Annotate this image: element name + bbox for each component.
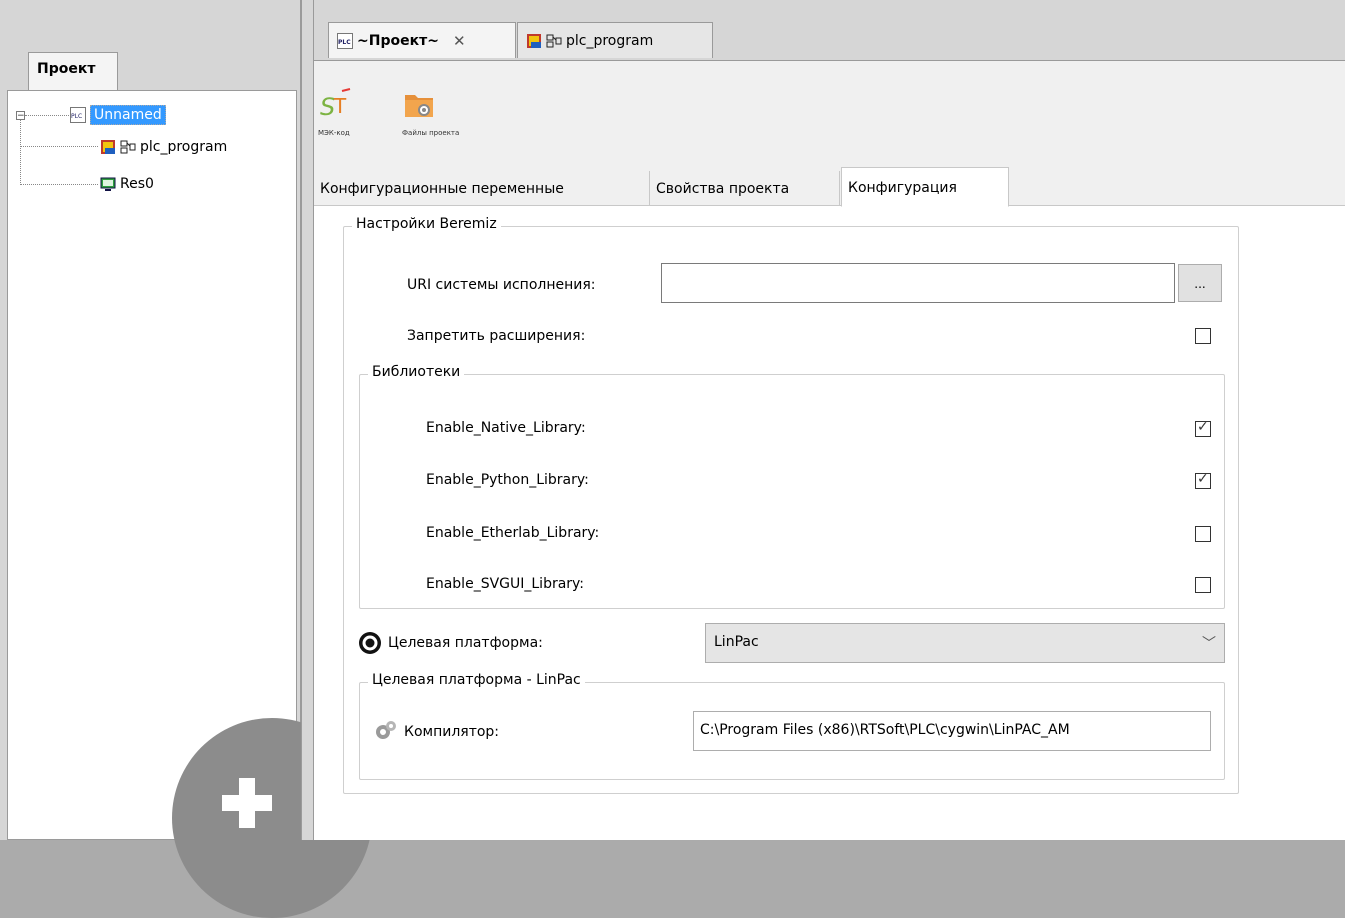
tab-label: ~Проект~ (357, 32, 439, 49)
tree-item-res0[interactable]: Res0 (100, 173, 154, 195)
plc-icon: PLC (337, 32, 353, 49)
program-icon (527, 33, 541, 48)
select-value: LinPac (714, 634, 759, 650)
tab-project[interactable]: Проект (28, 52, 118, 90)
check-icon: ✓ (1197, 419, 1209, 435)
document-tabbar: PLC ~Проект~ ✕ plc_program (314, 0, 1345, 60)
tab-project-properties[interactable]: Свойства проекта (650, 171, 840, 205)
plc-icon: PLC (70, 107, 86, 123)
etherlab-library-checkbox[interactable] (1195, 526, 1211, 542)
svgui-library-checkbox[interactable] (1195, 577, 1211, 593)
svg-text:T: T (333, 94, 347, 118)
folder-gear-icon (405, 95, 433, 117)
st-code-icon: S T (320, 88, 351, 121)
linpac-group: Целевая платформа - LinPac Компилятор: C… (359, 672, 1225, 780)
panel-splitter[interactable] (301, 0, 314, 840)
disable-extensions-label: Запретить расширения: (407, 328, 586, 344)
program-icon (101, 140, 115, 154)
group-title: Целевая платформа - LinPac (368, 672, 585, 688)
tree-item-unnamed[interactable]: PLC Unnamed (70, 104, 166, 126)
chevron-down-icon: ﹀ (1202, 636, 1216, 652)
tool-label: МЭК-код (318, 129, 350, 137)
python-library-label: Enable_Python_Library: (426, 472, 589, 488)
native-library-label: Enable_Native_Library: (426, 420, 586, 436)
tree-connector (20, 119, 21, 185)
tool-label: Файлы проекта (402, 129, 460, 137)
fbd-icon (546, 34, 562, 47)
compiler-input[interactable]: C:\Program Files (x86)\RTSoft\PLC\cygwin… (693, 711, 1211, 751)
svgui-library-label: Enable_SVGUI_Library: (426, 576, 585, 592)
editor-area: S T МЭК-код Файлы проекта Конфигурационн… (314, 60, 1345, 840)
tree-connector (20, 184, 98, 185)
tab-plc-program[interactable]: plc_program (517, 22, 713, 58)
compiler-label: Компилятор: (404, 724, 500, 740)
plus-icon (222, 795, 272, 811)
target-platform-select[interactable]: LinPac ﹀ (705, 623, 1225, 663)
python-library-checkbox[interactable]: ✓ (1195, 471, 1211, 489)
disable-extensions-checkbox[interactable] (1195, 328, 1211, 344)
beremiz-settings-group: Настройки Beremiz URI системы исполнения… (343, 216, 1239, 794)
browse-button[interactable]: ... (1178, 264, 1222, 302)
tree-item-plc-program[interactable]: plc_program (100, 136, 227, 158)
subtab-bar: Конфигурационные переменные Свойства про… (314, 165, 1345, 207)
target-platform-label: Целевая платформа: (388, 635, 543, 651)
svg-text:S: S (320, 93, 335, 121)
uri-label: URI системы исполнения: (407, 277, 596, 293)
tree-connector (20, 146, 98, 147)
gear-icon (376, 721, 396, 739)
tree-item-label: Res0 (120, 176, 154, 192)
tab-config-variables[interactable]: Конфигурационные переменные (314, 171, 650, 205)
libraries-group: Библиотеки Enable_Native_Library: ✓ Enab… (359, 364, 1225, 609)
svg-text:PLC: PLC (71, 113, 82, 120)
close-icon[interactable]: ✕ (453, 32, 466, 50)
uri-input[interactable] (661, 263, 1175, 303)
project-panel: Проект − PLC Unnamed plc_program Res0 (0, 0, 372, 918)
tree-item-label: plc_program (140, 139, 228, 155)
group-title: Настройки Beremiz (352, 216, 501, 232)
tab-configuration[interactable]: Конфигурация (841, 167, 1009, 207)
tab-label: plc_program (566, 32, 654, 49)
project-files-button[interactable]: Файлы проекта (402, 87, 492, 137)
toolbar: S T МЭК-код Файлы проекта (314, 61, 1345, 165)
tree-item-label: Unnamed (90, 105, 166, 125)
fbd-icon (120, 140, 136, 154)
iec-code-button[interactable]: S T МЭК-код (318, 87, 408, 137)
tree-connector (25, 115, 69, 116)
resource-icon (100, 177, 116, 191)
tab-project-doc[interactable]: PLC ~Проект~ ✕ (328, 22, 516, 58)
collapse-icon[interactable]: − (16, 111, 25, 121)
etherlab-library-label: Enable_Etherlab_Library: (426, 525, 600, 541)
check-icon: ✓ (1197, 471, 1209, 487)
group-title: Библиотеки (368, 364, 465, 380)
svg-text:PLC: PLC (338, 39, 351, 46)
target-icon (359, 632, 381, 654)
native-library-checkbox[interactable]: ✓ (1195, 419, 1211, 437)
